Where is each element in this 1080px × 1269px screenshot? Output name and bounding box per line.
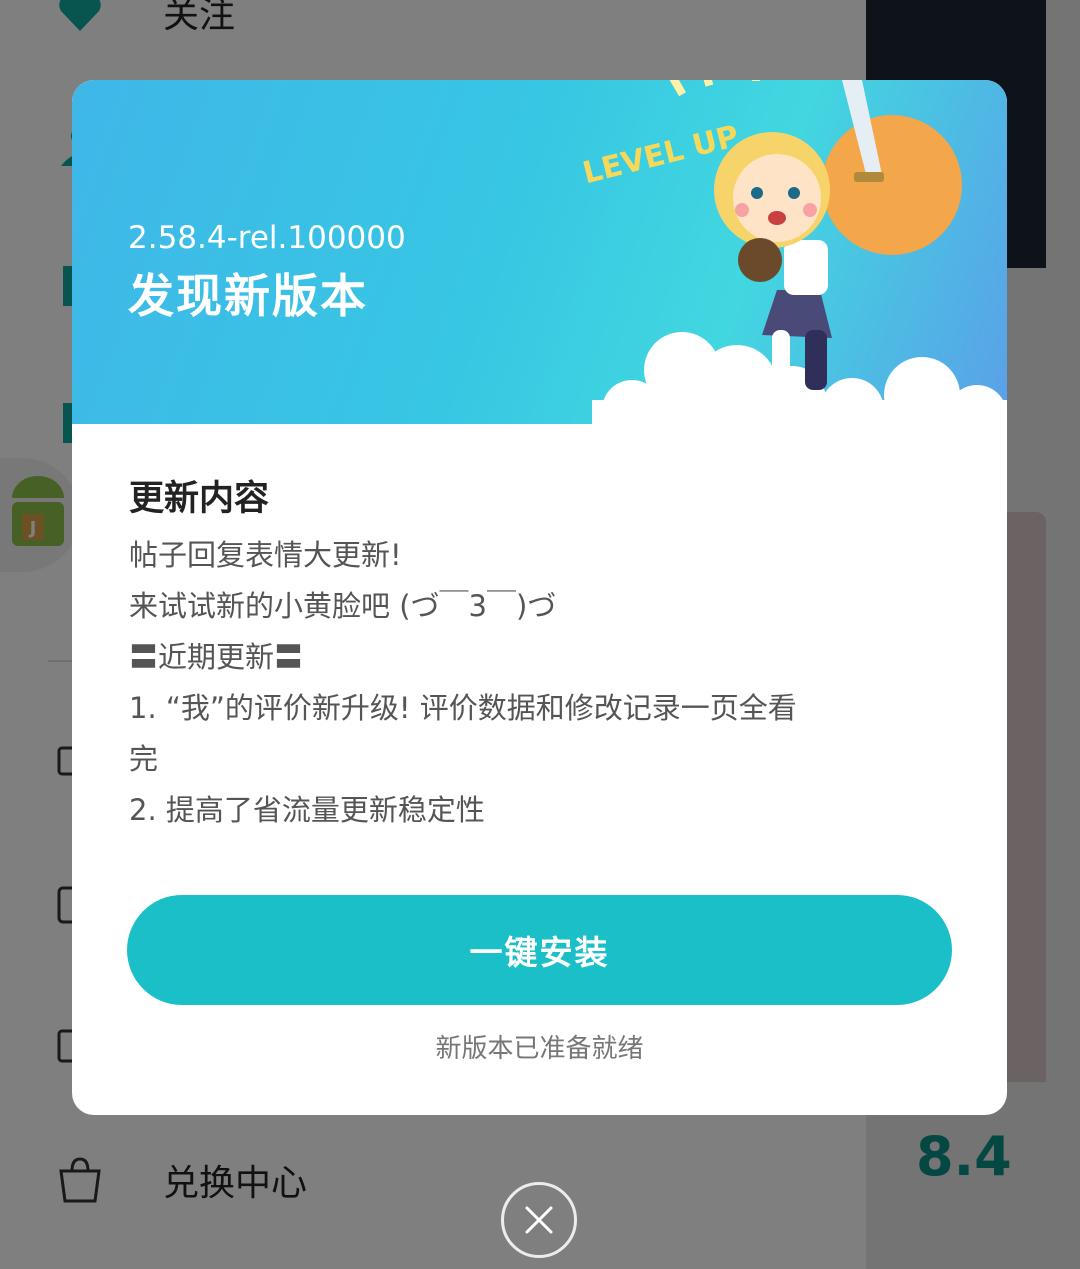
release-note-line: 2. 提高了省流量更新稳定性	[129, 793, 485, 827]
install-button[interactable]: 一键安装	[127, 895, 952, 1005]
release-note-line: 〓近期更新〓	[129, 640, 304, 674]
close-button[interactable]	[501, 1182, 577, 1258]
update-dialog: LEVEL UP 2.58.4-rel.100000 发现新版本 更新内容 帖子…	[72, 80, 1007, 1115]
release-notes: 帖子回复表情大更新! 来试试新的小黄脸吧 (づ￣3￣)づ 〓近期更新〓 1. “…	[129, 530, 949, 836]
ready-status: 新版本已准备就绪	[435, 1034, 644, 1064]
update-content-heading: 更新内容	[129, 479, 270, 519]
version-label: 2.58.4-rel.100000	[128, 220, 406, 256]
release-note-line: 来试试新的小黄脸吧 (づ￣3￣)づ	[129, 589, 557, 623]
release-note-line: 帖子回复表情大更新!	[129, 538, 402, 572]
update-banner: LEVEL UP 2.58.4-rel.100000 发现新版本	[72, 80, 1007, 424]
release-note-line: 完	[129, 742, 159, 776]
release-note-line: 1. “我”的评价新升级! 评价数据和修改记录一页全看	[129, 691, 797, 725]
close-icon	[525, 1206, 553, 1234]
dialog-title: 发现新版本	[128, 269, 368, 323]
